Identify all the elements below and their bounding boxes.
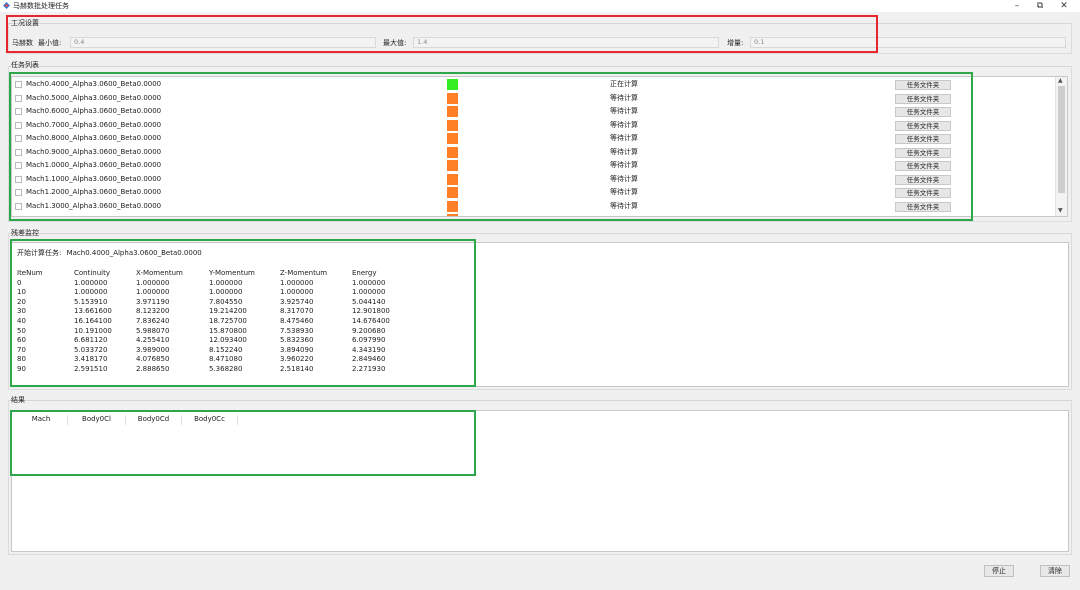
annotation-green-frame-results [10, 410, 476, 476]
maximize-button[interactable]: ⧉ [1031, 0, 1049, 12]
app-icon [3, 2, 10, 9]
minimize-button[interactable]: – [1008, 0, 1026, 12]
task-scrollbar[interactable]: ▲ ▼ [1055, 77, 1067, 216]
task-list-group-label: 任务列表 [11, 61, 39, 69]
scroll-up-arrow-icon[interactable]: ▲ [1058, 77, 1063, 84]
stop-button[interactable]: 停止 [984, 565, 1014, 577]
residual-group-label: 残差监控 [11, 229, 39, 237]
annotation-green-frame-tasks [9, 72, 973, 221]
annotation-green-frame-residual [10, 239, 476, 387]
window-title: 马赫数批处理任务 [13, 2, 69, 10]
results-group-label: 结果 [11, 396, 25, 404]
scroll-down-arrow-icon[interactable]: ▼ [1058, 207, 1063, 214]
clear-button[interactable]: 清除 [1040, 565, 1070, 577]
scroll-thumb[interactable] [1058, 86, 1065, 193]
close-button[interactable]: ✕ [1055, 0, 1073, 12]
title-bar: 马赫数批处理任务 – ⧉ ✕ [0, 0, 1080, 12]
annotation-red-frame [6, 15, 878, 53]
